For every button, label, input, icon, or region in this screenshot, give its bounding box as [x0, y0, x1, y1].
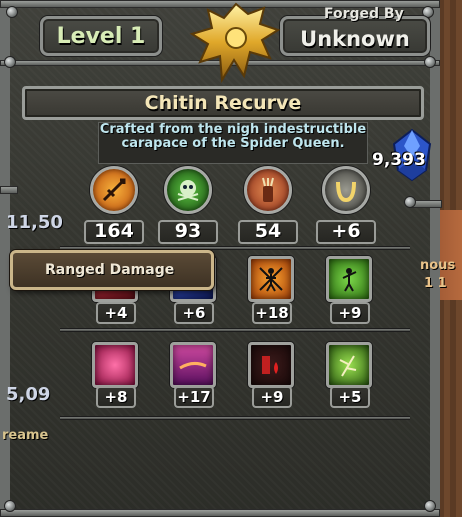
- trait-value: +17: [174, 386, 214, 408]
- level-label: Level 1: [56, 23, 146, 49]
- frame-notch-left: [0, 186, 18, 194]
- green-herb-icon[interactable]: [326, 342, 372, 388]
- background-number: 11,50: [6, 212, 63, 233]
- rivet: [4, 56, 16, 68]
- rivet: [4, 500, 16, 512]
- background-number: 5,09: [6, 384, 51, 405]
- trait-value: +4: [96, 302, 136, 324]
- blood-potion-icon[interactable]: [248, 342, 294, 388]
- rivet: [6, 6, 18, 18]
- trait-value: +8: [96, 386, 136, 408]
- rivet: [424, 500, 436, 512]
- purple-streak-icon[interactable]: [170, 342, 216, 388]
- rivet: [424, 56, 436, 68]
- stat-value: 93: [158, 220, 218, 244]
- trait-value: +5: [330, 386, 370, 408]
- poison-skull-icon[interactable]: [164, 166, 212, 214]
- rivet: [404, 196, 416, 208]
- level-plate: Level 1: [40, 16, 162, 56]
- stat-value: 54: [238, 220, 298, 244]
- forged-by-plate: Unknown: [280, 16, 430, 56]
- item-name: Chitin Recurve: [144, 92, 302, 114]
- spider-crest-icon: [189, 2, 281, 84]
- green-figure-icon[interactable]: [326, 256, 372, 302]
- stat-tooltip: Ranged Damage: [10, 250, 214, 290]
- trait-value: +6: [174, 302, 214, 324]
- trait-value: +18: [252, 302, 292, 324]
- forged-by-label: Forged By: [324, 6, 404, 22]
- frame-bottom: [0, 509, 440, 517]
- trait-value: +9: [330, 302, 370, 324]
- stat-value: 164: [84, 220, 144, 244]
- item-description: Crafted from the nigh indestructible car…: [98, 122, 368, 164]
- stat-value: +6: [316, 220, 376, 244]
- background-number-right: 1 1: [424, 276, 447, 291]
- quiver-icon[interactable]: [244, 166, 292, 214]
- background-word-right: nous: [420, 258, 456, 273]
- item-title-plate: Chitin Recurve: [22, 86, 424, 120]
- ranged-damage-icon[interactable]: [90, 166, 138, 214]
- forged-by-name: Unknown: [300, 27, 410, 51]
- crossed-swords-figure-icon[interactable]: [248, 256, 294, 302]
- pink-blast-icon[interactable]: [92, 342, 138, 388]
- tooltip-text: Ranged Damage: [45, 262, 175, 278]
- trait-value: +9: [252, 386, 292, 408]
- section-divider: [60, 416, 410, 420]
- background-word: reame: [2, 428, 49, 443]
- gem-count: 9,393: [372, 150, 426, 170]
- section-divider: [60, 328, 410, 332]
- horseshoe-luck-icon[interactable]: [322, 166, 370, 214]
